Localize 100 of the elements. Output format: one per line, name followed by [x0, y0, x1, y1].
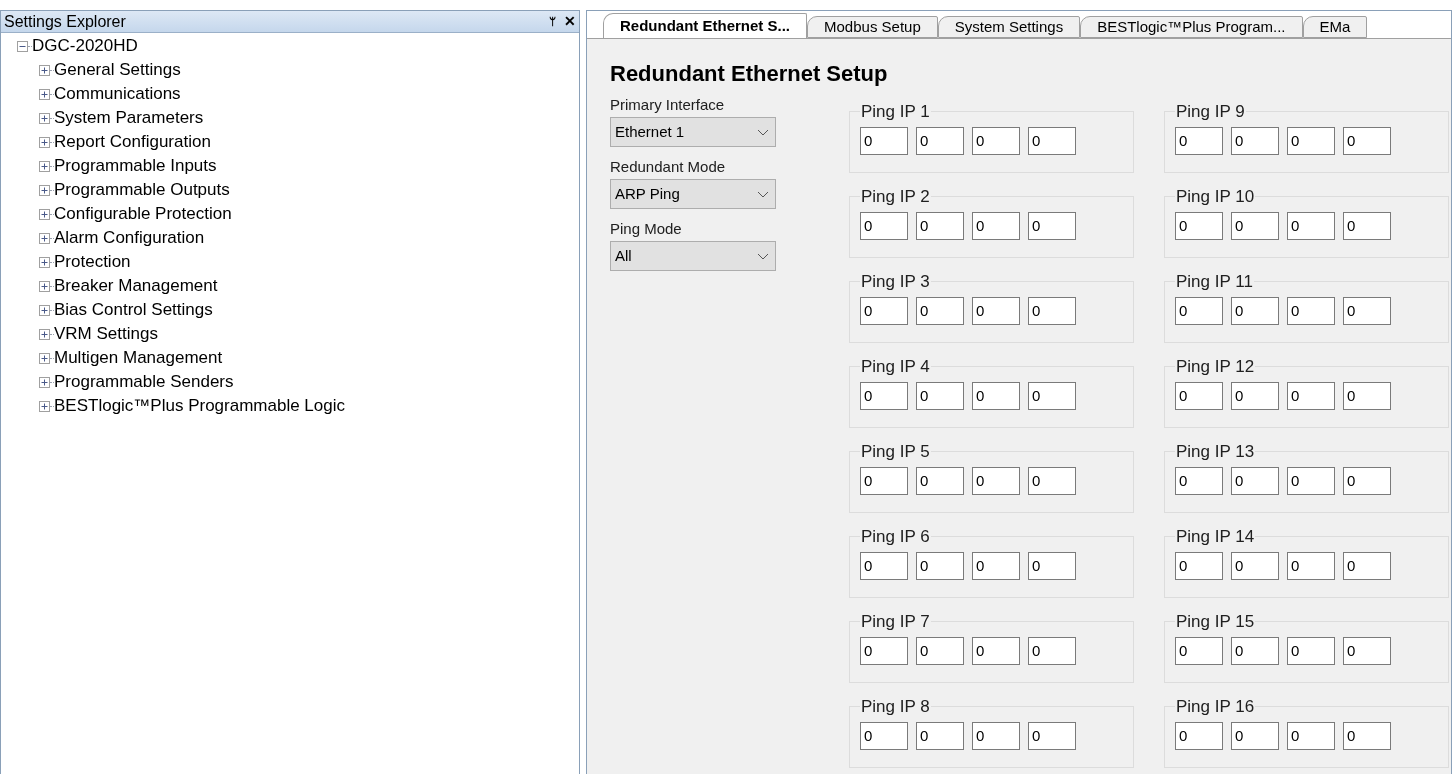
tree-item[interactable]: Multigen Management [54, 345, 223, 371]
octet-field[interactable]: 0 [1287, 636, 1335, 665]
octet-field[interactable]: 0 [1231, 466, 1279, 495]
expand-icon[interactable] [39, 328, 50, 340]
octet-field[interactable]: 0 [916, 126, 964, 155]
tree-item[interactable]: Report Configuration [54, 129, 211, 155]
octet-field[interactable]: 0 [860, 381, 908, 410]
octet-field[interactable]: 0 [860, 466, 908, 495]
octet-field[interactable]: 0 [972, 296, 1020, 325]
octet-field[interactable]: 0 [1175, 296, 1223, 325]
tree-item[interactable]: BESTlogic™Plus Programmable Logic [54, 393, 345, 419]
octet-field[interactable]: 0 [1028, 126, 1076, 155]
octet-field[interactable]: 0 [1343, 721, 1391, 750]
octet-field[interactable]: 0 [972, 636, 1020, 665]
tree-item[interactable]: Protection [54, 249, 131, 275]
octet-field[interactable]: 0 [972, 211, 1020, 240]
octet-field[interactable]: 0 [972, 466, 1020, 495]
octet-field[interactable]: 0 [1175, 636, 1223, 665]
expand-icon[interactable] [39, 64, 50, 76]
octet-field[interactable]: 0 [1028, 296, 1076, 325]
tab[interactable]: BESTlogic™Plus Program... [1080, 16, 1303, 38]
dropdown[interactable]: ARP Ping [610, 179, 776, 209]
octet-field[interactable]: 0 [1287, 551, 1335, 580]
tree-item[interactable]: Programmable Outputs [54, 177, 230, 203]
octet-field[interactable]: 0 [916, 551, 964, 580]
octet-field[interactable]: 0 [972, 126, 1020, 155]
expand-icon[interactable] [39, 376, 50, 388]
octet-field[interactable]: 0 [1343, 551, 1391, 580]
tree-item[interactable]: Alarm Configuration [54, 225, 205, 251]
tree-item[interactable]: Programmable Inputs [54, 153, 217, 179]
expand-icon[interactable] [39, 280, 50, 292]
tab[interactable]: System Settings [937, 16, 1081, 38]
octet-field[interactable]: 0 [860, 551, 908, 580]
expand-icon[interactable] [39, 112, 50, 124]
close-icon[interactable]: ✕ [564, 11, 576, 32]
octet-field[interactable]: 0 [916, 381, 964, 410]
tree-item[interactable]: System Parameters [54, 105, 204, 131]
octet-field[interactable]: 0 [972, 721, 1020, 750]
expand-icon[interactable] [39, 88, 50, 100]
octet-field[interactable]: 0 [1175, 211, 1223, 240]
octet-field[interactable]: 0 [1231, 296, 1279, 325]
octet-field[interactable]: 0 [1028, 381, 1076, 410]
octet-field[interactable]: 0 [1231, 551, 1279, 580]
octet-field[interactable]: 0 [1231, 211, 1279, 240]
octet-field[interactable]: 0 [1287, 721, 1335, 750]
pin-icon[interactable]: ᛘ [549, 12, 556, 31]
octet-field[interactable]: 0 [860, 211, 908, 240]
tree-item[interactable]: Breaker Management [54, 273, 218, 299]
octet-field[interactable]: 0 [860, 721, 908, 750]
tree-item[interactable]: VRM Settings [54, 321, 158, 347]
octet-field[interactable]: 0 [1287, 381, 1335, 410]
octet-field[interactable]: 0 [916, 636, 964, 665]
tree-item[interactable]: General Settings [54, 57, 181, 83]
octet-field[interactable]: 0 [972, 551, 1020, 580]
tree-item[interactable]: DGC-2020HD [32, 33, 138, 59]
octet-field[interactable]: 0 [1343, 126, 1391, 155]
octet-field[interactable]: 0 [1028, 721, 1076, 750]
octet-field[interactable]: 0 [1175, 551, 1223, 580]
octet-field[interactable]: 0 [1343, 211, 1391, 240]
octet-field[interactable]: 0 [860, 126, 908, 155]
octet-field[interactable]: 0 [1231, 381, 1279, 410]
octet-field[interactable]: 0 [1287, 211, 1335, 240]
octet-field[interactable]: 0 [1231, 721, 1279, 750]
expand-icon[interactable] [39, 184, 50, 196]
octet-field[interactable]: 0 [916, 466, 964, 495]
octet-field[interactable]: 0 [1287, 466, 1335, 495]
tab[interactable]: Redundant Ethernet S... [603, 13, 807, 38]
octet-field[interactable]: 0 [916, 296, 964, 325]
octet-field[interactable]: 0 [1175, 126, 1223, 155]
expand-icon[interactable] [39, 232, 50, 244]
expand-icon[interactable] [39, 208, 50, 220]
octet-field[interactable]: 0 [1343, 381, 1391, 410]
expand-icon[interactable] [39, 304, 50, 316]
octet-field[interactable]: 0 [1343, 296, 1391, 325]
expand-icon[interactable] [39, 160, 50, 172]
tree-item[interactable]: Communications [54, 81, 181, 107]
octet-field[interactable]: 0 [860, 296, 908, 325]
octet-field[interactable]: 0 [1343, 636, 1391, 665]
octet-field[interactable]: 0 [1028, 211, 1076, 240]
tree-item[interactable]: Configurable Protection [54, 201, 232, 227]
octet-field[interactable]: 0 [860, 636, 908, 665]
octet-field[interactable]: 0 [972, 381, 1020, 410]
octet-field[interactable]: 0 [1028, 466, 1076, 495]
octet-field[interactable]: 0 [1028, 636, 1076, 665]
expand-icon[interactable] [39, 400, 50, 412]
expand-icon[interactable] [39, 352, 50, 364]
octet-field[interactable]: 0 [1175, 466, 1223, 495]
tree-item[interactable]: Programmable Senders [54, 369, 234, 395]
octet-field[interactable]: 0 [916, 721, 964, 750]
octet-field[interactable]: 0 [1028, 551, 1076, 580]
octet-field[interactable]: 0 [916, 211, 964, 240]
octet-field[interactable]: 0 [1175, 381, 1223, 410]
expand-icon[interactable] [39, 136, 50, 148]
octet-field[interactable]: 0 [1175, 721, 1223, 750]
tab[interactable]: Modbus Setup [807, 16, 938, 38]
octet-field[interactable]: 0 [1343, 466, 1391, 495]
tree-item[interactable]: Bias Control Settings [54, 297, 213, 323]
dropdown[interactable]: All [610, 241, 776, 271]
octet-field[interactable]: 0 [1287, 126, 1335, 155]
octet-field[interactable]: 0 [1231, 126, 1279, 155]
